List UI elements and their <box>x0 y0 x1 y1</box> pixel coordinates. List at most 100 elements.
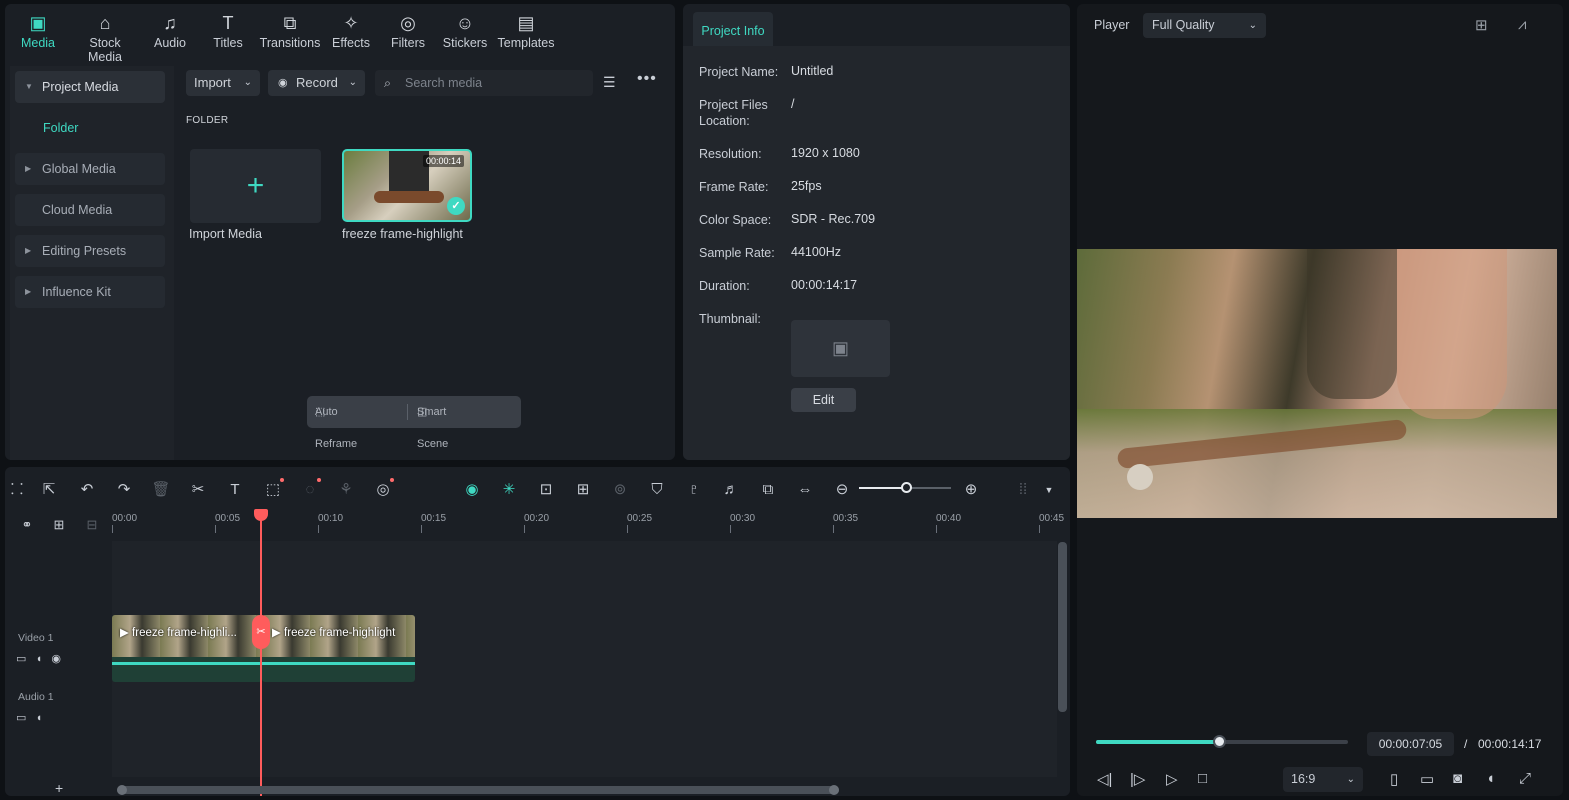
project-location-value: / <box>791 97 795 111</box>
tick-label: 00:10 <box>318 513 344 524</box>
quality-select[interactable]: Full Quality ⌄ <box>1143 13 1266 38</box>
media-clip-thumbnail[interactable]: 00:00:14 ✓ <box>342 149 472 222</box>
keyframe-icon[interactable]: ⊞ <box>571 478 595 502</box>
speed-icon[interactable]: ⊚ <box>608 478 632 502</box>
add-icon[interactable]: + <box>55 780 63 796</box>
timeline-clip[interactable]: ▶ freeze frame-highli... <box>112 615 262 682</box>
next-frame-icon[interactable]: |▷ <box>1130 770 1145 788</box>
layout-icon[interactable]: ⸬ <box>5 478 29 502</box>
folder-icon[interactable]: ▭ <box>16 653 26 665</box>
text-tool-icon[interactable]: T <box>223 478 247 502</box>
display-icon[interactable]: ▭ <box>1420 770 1434 788</box>
tab-templates[interactable]: ▤ Templates <box>495 10 557 50</box>
ai-audio-icon[interactable]: ◎ <box>371 478 395 502</box>
edit-thumbnail-button[interactable]: Edit <box>791 388 856 412</box>
delete-icon[interactable]: 🗑 <box>149 478 173 502</box>
search-input[interactable]: ⌕ Search media <box>375 70 593 96</box>
horizontal-scrollbar[interactable] <box>117 785 839 795</box>
top-tabs: ▣ Media ⌂ Stock Media ♫ Audio T Titles ⧉ Tran… <box>5 4 675 64</box>
add-track-icon[interactable]: ⊞ <box>47 513 71 537</box>
compare-view-icon[interactable]: ⊞ <box>1475 16 1488 34</box>
tab-media[interactable]: ▣ Media <box>8 10 68 50</box>
undo-icon[interactable]: ↶ <box>75 478 99 502</box>
playback-progress[interactable] <box>1096 735 1348 748</box>
playhead[interactable] <box>254 509 268 796</box>
folder-icon[interactable]: ▭ <box>16 712 26 724</box>
vertical-scrollbar[interactable] <box>1058 542 1067 712</box>
eye-icon[interactable]: ◉ <box>51 653 61 665</box>
color-icon[interactable]: ⚘ <box>334 478 358 502</box>
folder-heading: FOLDER <box>186 115 229 126</box>
zoom-knob[interactable] <box>901 482 912 493</box>
tab-transitions[interactable]: ⧉ Transitions <box>258 10 322 50</box>
sidebar-item-global-media[interactable]: ▶ Global Media <box>15 153 165 185</box>
stop-icon[interactable]: □ <box>1198 770 1207 787</box>
audio-waveform <box>112 662 262 665</box>
previous-frame-icon[interactable]: ◁| <box>1097 770 1112 788</box>
ai-cutout-icon[interactable]: ◌ <box>298 478 322 502</box>
sidebar-item-influence-kit[interactable]: ▶ Influence Kit <box>15 276 165 308</box>
select-tool-icon[interactable]: ⇱ <box>37 478 61 502</box>
current-timecode[interactable]: 00:00:07:05 <box>1367 732 1454 756</box>
ai-image-icon: ▣ <box>831 338 849 358</box>
grid-icon[interactable]: ⁞⁞ <box>1011 478 1035 502</box>
scopes-icon[interactable]: ⩘ <box>1518 16 1526 33</box>
microphone-icon[interactable]: ♇ <box>682 478 706 502</box>
sample-rate-value: 44100Hz <box>791 245 842 259</box>
tab-filters[interactable]: ◎ Filters <box>378 10 438 50</box>
caret-right-icon: ▶ <box>25 287 32 296</box>
frame-rate-key: Frame Rate: <box>699 180 769 194</box>
marker-icon[interactable]: ⛉ <box>645 478 669 502</box>
auto-ripple-icon[interactable]: ⊡ <box>534 478 558 502</box>
caret-down-icon: ▼ <box>25 82 33 91</box>
fit-timeline-icon[interactable]: ⇔ <box>793 478 817 502</box>
tick-label: 00:00 <box>112 513 138 524</box>
sidebar-item-cloud-media[interactable]: Cloud Media <box>15 194 165 226</box>
sidebar-item-project-media[interactable]: ▼ Project Media <box>15 71 165 103</box>
aspect-ratio-select[interactable]: 16:9 ⌄ <box>1283 767 1363 792</box>
tab-effects[interactable]: ✧ Effects <box>321 10 381 50</box>
tab-titles[interactable]: T Titles <box>198 10 258 50</box>
snap-icon[interactable]: ✳ <box>497 478 521 502</box>
split-icon[interactable]: ✂ <box>186 478 210 502</box>
replace-icon[interactable]: ⧉ <box>756 478 780 502</box>
tab-audio[interactable]: ♫ Audio <box>140 10 200 50</box>
more-icon[interactable]: ••• <box>637 70 657 88</box>
track-settings-icon[interactable]: ⊟ <box>80 513 104 537</box>
resolution-value: 1920 x 1080 <box>791 146 860 160</box>
filter-icon[interactable]: ☰ <box>603 74 616 91</box>
speaker-icon[interactable]: ◖ <box>36 653 43 665</box>
tab-project-info[interactable]: Project Info <box>693 12 773 50</box>
volume-icon[interactable]: ◖ <box>1486 770 1495 787</box>
project-name-value: Untitled <box>791 64 834 78</box>
tab-stickers[interactable]: ☺ Stickers <box>435 10 495 50</box>
music-icon: ♫ <box>163 13 177 33</box>
chevron-down-icon[interactable]: ▼ <box>1037 478 1061 502</box>
audio-track-label: Audio 1 <box>18 691 54 703</box>
sidebar-item-folder[interactable]: Folder <box>43 121 78 135</box>
speaker-icon[interactable]: ◖ <box>36 712 43 724</box>
render-preview-icon[interactable]: ▯ <box>1390 770 1398 788</box>
record-button[interactable]: ◉ Record ⌄ <box>268 70 365 96</box>
snapshot-icon[interactable]: ◙ <box>1453 770 1462 787</box>
zoom-in-icon[interactable]: ⊕ <box>959 478 983 502</box>
redo-icon[interactable]: ↷ <box>112 478 136 502</box>
sidebar-item-editing-presets[interactable]: ▶ Editing Presets <box>15 235 165 267</box>
split-scissors-icon[interactable]: ✂ <box>252 615 270 649</box>
import-media-tile[interactable]: + <box>190 149 321 223</box>
zoom-out-icon[interactable]: ⊖ <box>830 478 854 502</box>
ai-copilot-icon[interactable]: ◉ <box>460 478 484 502</box>
video-preview[interactable] <box>1077 249 1557 518</box>
track-headers: Video 1 ▭ ◖ ◉ Audio 1 ▭ ◖ <box>5 541 112 777</box>
player-label: Player <box>1094 18 1130 32</box>
audio-track-controls: ▭ ◖ <box>16 711 42 724</box>
fullscreen-icon[interactable]: ⤢ <box>1519 770 1531 787</box>
music-track-icon[interactable]: ♬ <box>719 478 743 502</box>
progress-knob[interactable] <box>1213 735 1227 748</box>
import-button[interactable]: Import ⌄ <box>186 70 260 96</box>
tab-stock-media[interactable]: ⌂ Stock Media <box>75 10 135 64</box>
play-icon[interactable]: ▷ <box>1166 770 1178 788</box>
crop-icon[interactable]: ⬚ <box>261 478 285 502</box>
timeline-clip[interactable]: ▶ freeze frame-highlight <box>262 615 415 682</box>
link-icon[interactable]: ⚭ <box>15 513 39 537</box>
